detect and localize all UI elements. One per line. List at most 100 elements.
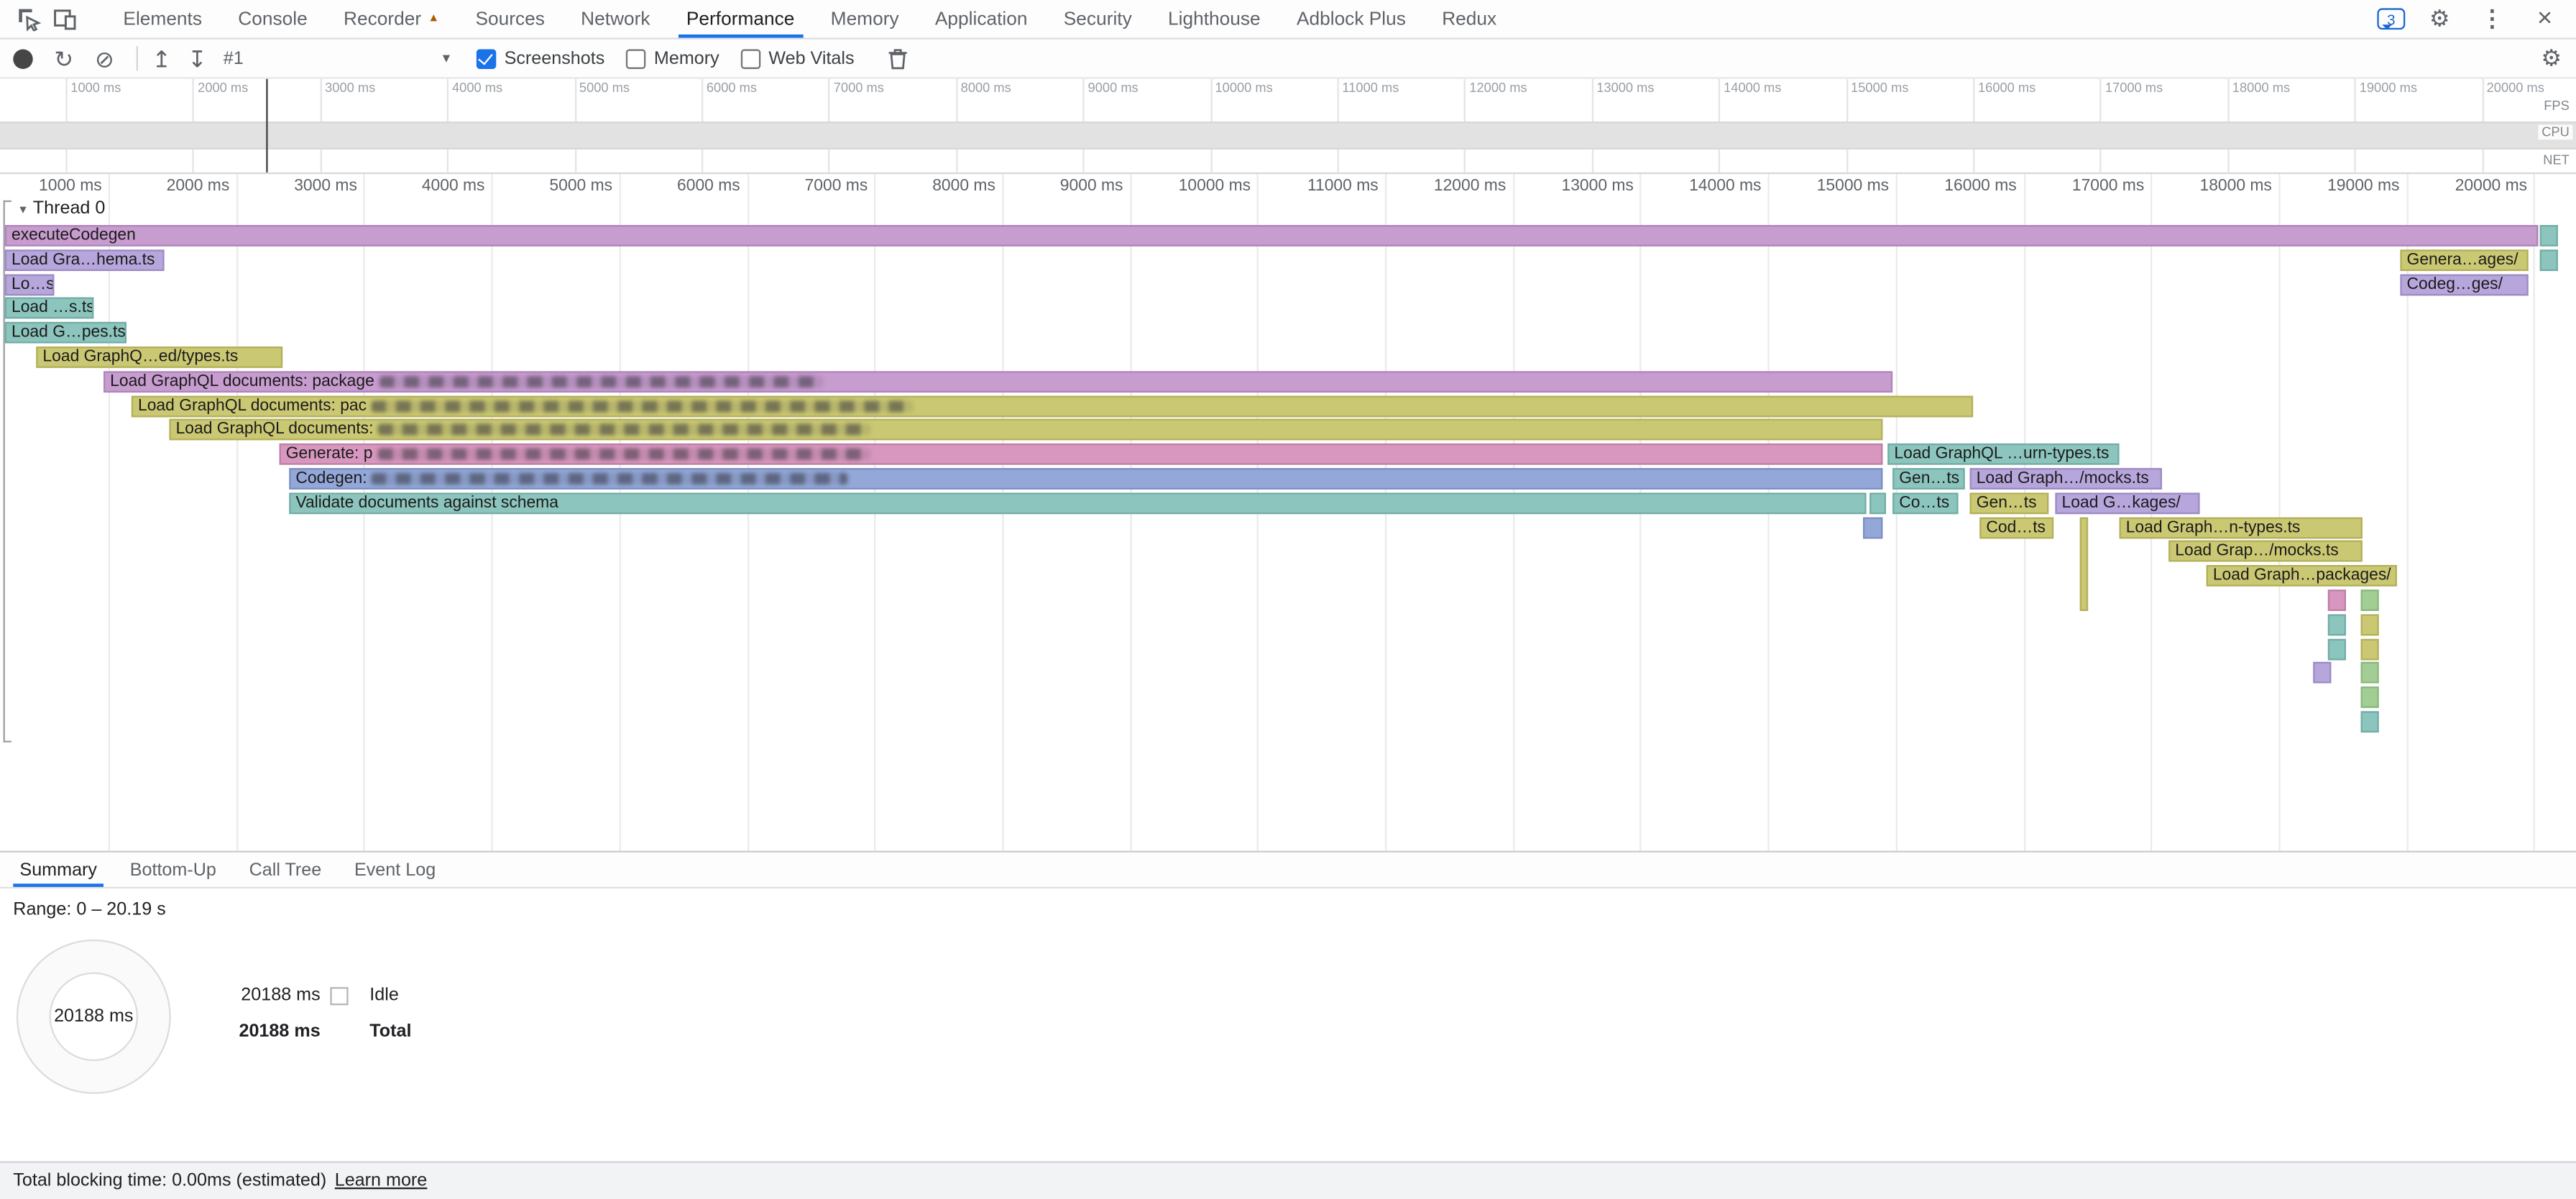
time-tick-label: 16000 ms <box>1944 178 2016 196</box>
record-button[interactable] <box>13 48 32 68</box>
flame-bar[interactable] <box>2540 249 2558 271</box>
flame-bar[interactable] <box>2328 614 2346 635</box>
close-icon[interactable]: × <box>2526 1 2562 37</box>
tabbar-right: 3 ⚙ ⋮ × <box>2377 1 2576 37</box>
flame-bar[interactable] <box>2361 614 2379 635</box>
flame-bar[interactable]: Load G…pes.ts <box>5 322 126 344</box>
flame-bar[interactable] <box>1869 492 1886 514</box>
tab-performance[interactable]: Performance <box>668 0 813 38</box>
flame-bar[interactable] <box>1863 517 1882 538</box>
flame-chart-area[interactable]: 1000 ms2000 ms3000 ms4000 ms5000 ms6000 … <box>0 174 2576 850</box>
checkbox-checked-icon[interactable] <box>477 48 496 68</box>
toolbar-divider <box>137 46 139 70</box>
flame-bar[interactable] <box>2361 711 2379 732</box>
flame-bar[interactable]: Load Graph…/mocks.ts <box>1970 468 2162 490</box>
thread-toggle[interactable]: ▾ Thread 0 <box>19 198 105 218</box>
flame-bar[interactable] <box>2361 589 2379 611</box>
flame-bar[interactable]: Gen…ts <box>1892 468 1965 490</box>
tab-elements[interactable]: Elements <box>105 0 220 38</box>
time-tick-label: 13000 ms <box>1561 178 1633 196</box>
reload-and-record-icon[interactable]: ↻ <box>54 47 73 70</box>
flame-bar[interactable]: Gen…ts <box>1970 492 2049 514</box>
flame-bar[interactable]: Load Grap…/mocks.ts <box>2168 541 2363 563</box>
cpu-activity-band <box>0 121 2576 150</box>
flame-bar[interactable] <box>2080 517 2088 611</box>
issues-count: 3 <box>2387 11 2395 27</box>
flame-bar[interactable]: Lo…s <box>5 274 55 295</box>
flame-bar[interactable]: Load GraphQL …urn-types.ts <box>1887 444 2119 465</box>
flame-bar[interactable]: Codegen: <box>289 468 1882 490</box>
tab-adblock-plus[interactable]: Adblock Plus <box>1279 0 1424 38</box>
flame-bar[interactable] <box>2313 663 2331 684</box>
clear-icon[interactable]: ⊘ <box>95 47 114 70</box>
flame-bar[interactable]: Load GraphQL documents: <box>169 420 1882 441</box>
flame-bar[interactable]: Load GraphQL documents: pac <box>132 395 1973 417</box>
flame-bar[interactable] <box>2361 663 2379 684</box>
learn-more-link[interactable]: Learn more <box>335 1171 428 1190</box>
device-toolbar-icon[interactable] <box>46 1 82 37</box>
flame-bar[interactable]: Generate: p <box>280 444 1883 465</box>
flame-bar[interactable]: Load Gra…hema.ts <box>5 249 165 271</box>
tab-console[interactable]: Console <box>220 0 326 38</box>
timeline-overview[interactable]: 1000 ms2000 ms3000 ms4000 ms5000 ms6000 … <box>0 79 2576 175</box>
flame-bar[interactable] <box>2361 687 2379 709</box>
redacted-text <box>380 376 823 387</box>
flame-bar[interactable] <box>2328 638 2346 660</box>
flame-bar[interactable]: Load GraphQ…ed/types.ts <box>36 346 282 368</box>
flame-bar[interactable]: Load G…kages/ <box>2055 492 2199 514</box>
checkbox-unchecked-icon[interactable] <box>626 48 645 68</box>
tab-lighthouse[interactable]: Lighthouse <box>1150 0 1279 38</box>
trash-icon[interactable] <box>879 40 915 76</box>
tab-memory[interactable]: Memory <box>813 0 917 38</box>
tab-security[interactable]: Security <box>1046 0 1150 38</box>
settings-gear-icon[interactable]: ⚙ <box>2421 1 2457 37</box>
tab-event-log[interactable]: Event Log <box>338 853 452 887</box>
tab-redux[interactable]: Redux <box>1424 0 1514 38</box>
tab-network[interactable]: Network <box>563 0 668 38</box>
issues-badge-icon[interactable]: 3 <box>2377 8 2405 29</box>
load-profile-icon[interactable]: ↥ <box>152 47 171 70</box>
tab-recorder[interactable]: Recorder▲ <box>326 0 457 38</box>
checkbox-unchecked-icon[interactable] <box>740 48 760 68</box>
tab-sources[interactable]: Sources <box>457 0 563 38</box>
checkbox-web-vitals[interactable]: Web Vitals <box>740 48 854 68</box>
blocking-time-text: Total blocking time: 0.00ms (estimated) <box>13 1171 326 1190</box>
tab-bottom-up[interactable]: Bottom-Up <box>114 853 233 887</box>
flame-bar[interactable]: Load Graph…n-types.ts <box>2120 517 2363 538</box>
flame-bar[interactable]: Load GraphQL documents: package <box>104 371 1892 392</box>
time-tick-label: 4000 ms <box>452 81 502 96</box>
flame-bar[interactable]: Genera…ages/ <box>2400 249 2528 271</box>
save-profile-icon[interactable]: ↧ <box>188 47 207 70</box>
checkbox-memory[interactable]: Memory <box>626 48 719 68</box>
idle-swatch <box>330 986 348 1004</box>
flame-bar[interactable]: Load Graph…packages/ <box>2207 565 2397 587</box>
more-menu-icon[interactable]: ⋮ <box>2474 1 2510 37</box>
time-tick-label: 15000 ms <box>1817 178 1889 196</box>
legend-label: Total <box>369 1021 411 1041</box>
flame-bar[interactable]: Co…ts <box>1892 492 1958 514</box>
flame-bar[interactable]: Load …s.ts <box>5 298 93 319</box>
flame-bar[interactable] <box>2328 589 2346 611</box>
flame-bar[interactable]: Cod…ts <box>1979 517 2053 538</box>
inspect-element-icon[interactable] <box>10 1 46 37</box>
checkbox-screenshots[interactable]: Screenshots <box>477 48 605 68</box>
overview-cursor-line[interactable] <box>266 79 267 173</box>
time-tick-label: 20000 ms <box>2455 178 2527 196</box>
capture-settings-gear-icon[interactable]: ⚙ <box>2534 40 2570 76</box>
flame-bar-label: Load GraphQL documents: pac <box>138 397 367 415</box>
flame-bar[interactable] <box>2361 638 2379 660</box>
tab-label: Console <box>238 9 307 29</box>
time-tick-label: 9000 ms <box>1088 81 1138 96</box>
time-tick-label: 14000 ms <box>1689 178 1761 196</box>
flame-bar[interactable]: Validate documents against schema <box>289 492 1866 514</box>
tab-summary[interactable]: Summary <box>4 853 114 887</box>
tab-call-tree[interactable]: Call Tree <box>233 853 338 887</box>
flame-bar[interactable]: Codeg…ges/ <box>2400 274 2528 295</box>
time-tick-label: 6000 ms <box>707 81 757 96</box>
gridline <box>109 174 110 850</box>
tab-application[interactable]: Application <box>917 0 1046 38</box>
flame-bar[interactable] <box>2540 225 2558 247</box>
flame-bar[interactable]: executeCodegen <box>5 225 2539 247</box>
history-dropdown[interactable]: #1 ▾ <box>224 48 450 68</box>
gridline <box>2534 174 2535 850</box>
